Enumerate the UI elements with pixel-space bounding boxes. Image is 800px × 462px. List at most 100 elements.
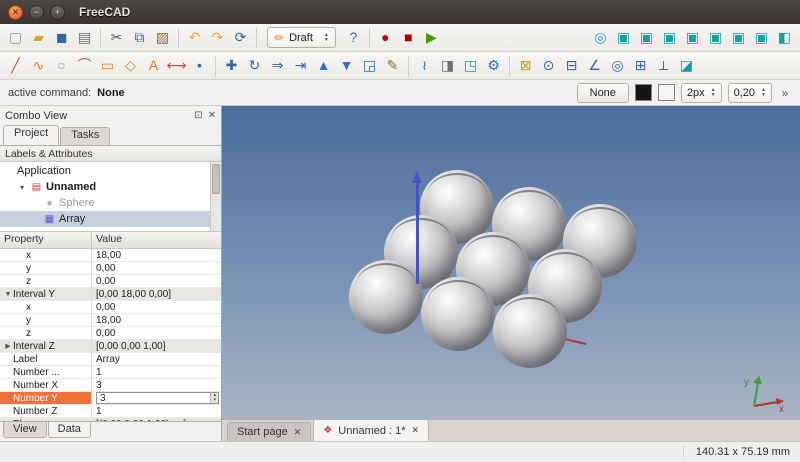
macro-play-icon[interactable]: ▶ bbox=[420, 26, 443, 49]
draft-text-icon[interactable]: A bbox=[142, 54, 165, 77]
property-row-label[interactable]: LabelArray bbox=[0, 353, 221, 366]
tab-tasks[interactable]: Tasks bbox=[60, 127, 110, 145]
draft-line-icon[interactable]: ╱ bbox=[4, 54, 27, 77]
face-color-swatch[interactable] bbox=[658, 84, 675, 101]
property-row-x[interactable]: x0,00 bbox=[0, 301, 221, 314]
tree-item-application[interactable]: Application bbox=[0, 163, 221, 179]
view-axonometric-icon[interactable]: ▣ bbox=[612, 26, 635, 49]
tree-item-array[interactable]: ▦Array bbox=[0, 211, 221, 227]
cut-icon[interactable]: ✂ bbox=[105, 26, 128, 49]
window-maximize-button[interactable]: + bbox=[50, 5, 65, 20]
draft-snap-settings-icon[interactable]: ⚙ bbox=[482, 54, 505, 77]
property-row-z[interactable]: z0,00 bbox=[0, 275, 221, 288]
draft-downgrade-icon[interactable]: ▼ bbox=[335, 54, 358, 77]
property-row-number-x[interactable]: Number X3 bbox=[0, 379, 221, 392]
draw-style-icon[interactable]: ◧ bbox=[773, 26, 796, 49]
view-bottom-icon[interactable]: ▣ bbox=[727, 26, 750, 49]
scrollbar-thumb[interactable] bbox=[212, 164, 220, 194]
snap-grid-icon[interactable]: ⊞ bbox=[629, 54, 652, 77]
save-icon[interactable]: ◼ bbox=[50, 26, 73, 49]
property-row-number-y[interactable]: Number Y3▴▾ bbox=[0, 392, 221, 405]
expander-icon[interactable]: ▾ bbox=[17, 183, 27, 192]
tab-start-page[interactable]: Start page✕ bbox=[227, 422, 311, 441]
property-row-number-z[interactable]: Number Z1 bbox=[0, 405, 221, 418]
sphere-9[interactable] bbox=[493, 294, 567, 368]
refresh-icon[interactable]: ⟳ bbox=[229, 26, 252, 49]
property-row-y[interactable]: y18,00 bbox=[0, 314, 221, 327]
close-tab-icon[interactable]: ✕ bbox=[412, 425, 420, 436]
snap-perpendicular-icon[interactable]: ⟂ bbox=[652, 54, 675, 77]
property-row-x[interactable]: x18,00 bbox=[0, 249, 221, 262]
3d-view-canvas[interactable]: x y bbox=[222, 106, 800, 419]
collapse-icon[interactable]: ▼ bbox=[3, 291, 13, 298]
redo-icon[interactable]: ↷ bbox=[206, 26, 229, 49]
snap-midpoint-icon[interactable]: ⊟ bbox=[560, 54, 583, 77]
scale-spinbox[interactable]: 0,20 ▲ ▼ bbox=[728, 83, 772, 103]
view-top-icon[interactable]: ▣ bbox=[658, 26, 681, 49]
window-close-button[interactable]: ✕ bbox=[8, 5, 23, 20]
tab-view[interactable]: View bbox=[3, 422, 47, 438]
spin-down-icon[interactable]: ▼ bbox=[761, 93, 766, 98]
tree-scrollbar[interactable] bbox=[210, 162, 221, 231]
draft-shape-2d-view-icon[interactable]: ◨ bbox=[436, 54, 459, 77]
macro-record-icon[interactable]: ● bbox=[374, 26, 397, 49]
draft-wire-to-bspline-icon[interactable]: ≀ bbox=[413, 54, 436, 77]
property-row-y[interactable]: y0,00 bbox=[0, 262, 221, 275]
property-row-interval-y[interactable]: ▼Interval Y[0,00 18,00 0,00] bbox=[0, 288, 221, 301]
copy-icon[interactable]: ⧉ bbox=[128, 26, 151, 49]
combo-view-header[interactable]: Combo View ⊡ ✕ bbox=[0, 106, 221, 125]
property-row-interval-z[interactable]: ▶Interval Z[0,00 0,00 1,00] bbox=[0, 340, 221, 353]
view-front-icon[interactable]: ▣ bbox=[635, 26, 658, 49]
new-file-icon[interactable]: ▢ bbox=[4, 26, 27, 49]
draft-upgrade-icon[interactable]: ▲ bbox=[312, 54, 335, 77]
snap-center-icon[interactable]: ◎ bbox=[606, 54, 629, 77]
tab-unnamed-1[interactable]: ❖Unnamed : 1*✕ bbox=[313, 419, 429, 441]
draft-arc-icon[interactable]: ⌒ bbox=[73, 54, 96, 77]
draft-working-plane-icon[interactable]: ◳ bbox=[459, 54, 482, 77]
property-column-header[interactable]: Property bbox=[0, 232, 92, 248]
draft-trimex-icon[interactable]: ⇥ bbox=[289, 54, 312, 77]
sphere-8[interactable] bbox=[421, 277, 495, 351]
view-rear-icon[interactable]: ▣ bbox=[704, 26, 727, 49]
tab-project[interactable]: Project bbox=[3, 125, 59, 145]
view-fit-all-icon[interactable]: ◎ bbox=[589, 26, 612, 49]
tree-item-sphere[interactable]: ●Sphere bbox=[0, 195, 221, 211]
draft-dimension-icon[interactable]: ⟷ bbox=[165, 54, 188, 77]
undo-icon[interactable]: ↶ bbox=[183, 26, 206, 49]
snap-angle-icon[interactable]: ∠ bbox=[583, 54, 606, 77]
snap-endpoint-icon[interactable]: ⊙ bbox=[537, 54, 560, 77]
line-width-select[interactable]: 2px ▲ ▼ bbox=[681, 83, 722, 103]
draft-polygon-icon[interactable]: ◇ bbox=[119, 54, 142, 77]
whats-this-icon[interactable]: ? bbox=[342, 26, 365, 49]
value-column-header[interactable]: Value bbox=[92, 232, 221, 248]
snap-lock-icon[interactable]: ⊠ bbox=[514, 54, 537, 77]
tree-item-unnamed[interactable]: ▾▤Unnamed bbox=[0, 179, 221, 195]
line-color-swatch[interactable] bbox=[635, 84, 652, 101]
property-row-number-[interactable]: Number ...1 bbox=[0, 366, 221, 379]
autogroup-button[interactable]: None bbox=[577, 83, 629, 103]
draft-wire-icon[interactable]: ∿ bbox=[27, 54, 50, 77]
property-row-z[interactable]: z0,00 bbox=[0, 327, 221, 340]
toolbar-overflow-icon[interactable]: » bbox=[778, 86, 792, 100]
close-tab-icon[interactable]: ✕ bbox=[294, 427, 302, 438]
macro-stop-icon[interactable]: ■ bbox=[397, 26, 420, 49]
snap-working-plane-icon[interactable]: ◪ bbox=[675, 54, 698, 77]
expand-icon[interactable]: ▶ bbox=[3, 342, 13, 350]
spin-down-icon[interactable]: ▾ bbox=[213, 398, 216, 403]
view-right-icon[interactable]: ▣ bbox=[681, 26, 704, 49]
draft-scale-icon[interactable]: ◲ bbox=[358, 54, 381, 77]
window-minimize-button[interactable]: − bbox=[29, 5, 44, 20]
titlebar[interactable]: ✕ − + FreeCAD bbox=[0, 0, 800, 24]
print-icon[interactable]: ▤ bbox=[73, 26, 96, 49]
sphere-7[interactable] bbox=[349, 260, 423, 334]
draft-edit-icon[interactable]: ✎ bbox=[381, 54, 404, 77]
close-panel-icon[interactable]: ✕ bbox=[208, 110, 216, 121]
draft-offset-icon[interactable]: ⇒ bbox=[266, 54, 289, 77]
float-panel-icon[interactable]: ⊡ bbox=[194, 110, 202, 121]
number-spinner[interactable]: 3▴▾ bbox=[96, 392, 219, 404]
draft-rectangle-icon[interactable]: ▭ bbox=[96, 54, 119, 77]
open-file-icon[interactable]: ▰ bbox=[27, 26, 50, 49]
draft-point-icon[interactable]: • bbox=[188, 54, 211, 77]
draft-move-icon[interactable]: ✚ bbox=[220, 54, 243, 77]
draft-circle-icon[interactable]: ○ bbox=[50, 54, 73, 77]
